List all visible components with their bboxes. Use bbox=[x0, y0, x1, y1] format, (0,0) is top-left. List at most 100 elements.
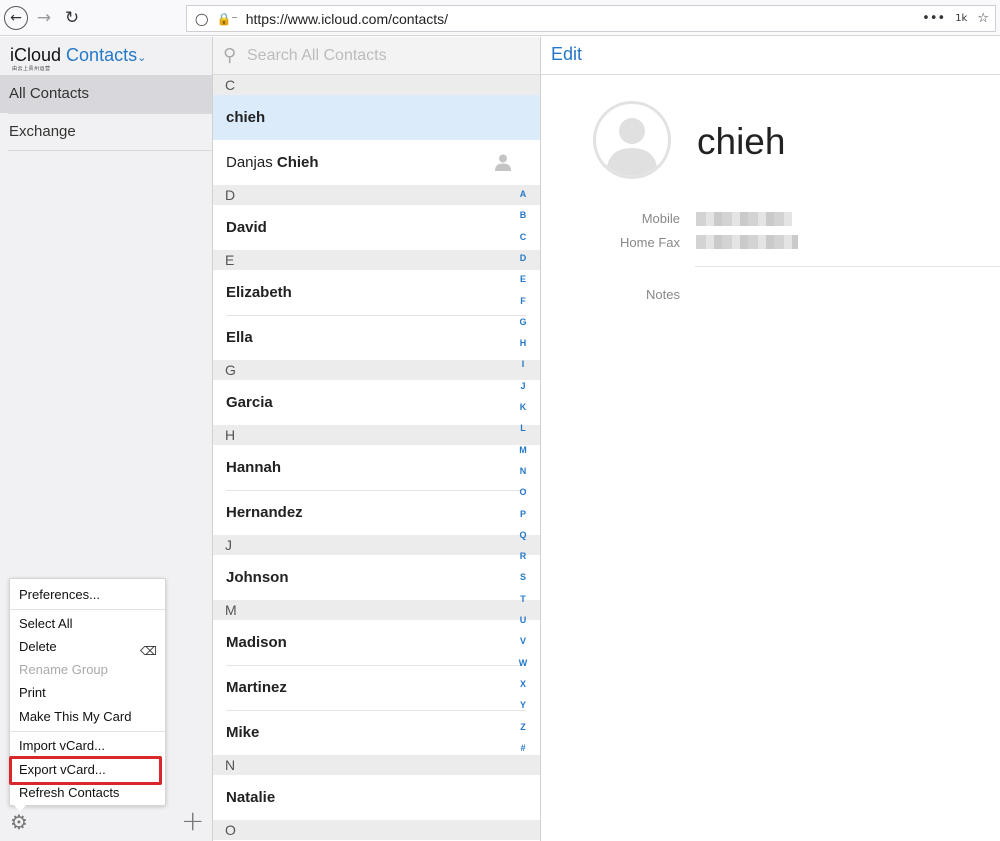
index-letter[interactable]: A bbox=[517, 189, 529, 199]
index-letter[interactable]: R bbox=[517, 551, 529, 561]
add-contact-button[interactable]: + bbox=[181, 807, 204, 835]
back-arrow-icon[interactable]: ← bbox=[4, 6, 28, 30]
section-header-o: O bbox=[213, 820, 540, 840]
index-letter[interactable]: L bbox=[517, 423, 529, 433]
index-letter[interactable]: C bbox=[517, 232, 529, 242]
index-letter[interactable]: J bbox=[517, 381, 529, 391]
group-exchange[interactable]: Exchange bbox=[0, 113, 212, 151]
index-letter[interactable]: H bbox=[517, 338, 529, 348]
app-subtitle: 由云上贵州运营 bbox=[12, 66, 51, 72]
index-letter[interactable]: # bbox=[517, 743, 529, 753]
contact-first-name: Danjas bbox=[226, 154, 273, 171]
menu-item-refresh-contacts[interactable]: Refresh Contacts bbox=[10, 782, 165, 804]
url-bar[interactable]: ◯ 🔒⁻ https://www.icloud.com/contacts/ ••… bbox=[186, 5, 996, 32]
more-icon[interactable]: ••• bbox=[922, 11, 945, 26]
index-letter[interactable]: F bbox=[517, 296, 529, 306]
search-icon: ⚲ bbox=[223, 45, 237, 66]
menu-item-preferences[interactable]: Preferences... bbox=[10, 584, 165, 606]
menu-divider bbox=[10, 731, 165, 732]
browser-toolbar: ← → ↻ ◯ 🔒⁻ https://www.icloud.com/contac… bbox=[0, 0, 1000, 36]
home-fax-label: Home Fax bbox=[620, 235, 680, 250]
contact-name: Martinez bbox=[226, 679, 287, 696]
index-letter[interactable]: Q bbox=[517, 530, 529, 540]
contact-last-name: Chieh bbox=[276, 154, 319, 171]
notes-label: Notes bbox=[646, 287, 680, 302]
contact-row-martinez[interactable]: Martinez bbox=[213, 665, 540, 710]
index-letter[interactable]: D bbox=[517, 253, 529, 263]
contact-row-hernandez[interactable]: Hernandez bbox=[213, 490, 540, 535]
menu-item-select-all[interactable]: Select All bbox=[10, 613, 165, 635]
index-letter[interactable]: W bbox=[517, 658, 529, 668]
export-highlight-box bbox=[9, 756, 162, 785]
menu-item-make-my-card[interactable]: Make This My Card bbox=[10, 706, 165, 728]
index-letter[interactable]: T bbox=[517, 594, 529, 604]
lock-icon[interactable]: 🔒⁻ bbox=[216, 12, 237, 26]
index-letter[interactable]: Y bbox=[517, 700, 529, 710]
search-input[interactable] bbox=[247, 44, 527, 68]
group-all-contacts[interactable]: All Contacts bbox=[0, 75, 212, 113]
index-letter[interactable]: U bbox=[517, 615, 529, 625]
contact-row-johnson[interactable]: Johnson bbox=[213, 555, 540, 600]
index-letter[interactable]: G bbox=[517, 317, 529, 327]
contact-name: Mike bbox=[226, 724, 260, 741]
index-letter[interactable]: P bbox=[517, 509, 529, 519]
index-letter[interactable]: X bbox=[517, 679, 529, 689]
index-letter[interactable]: V bbox=[517, 636, 529, 646]
menu-divider bbox=[10, 609, 165, 610]
edit-button[interactable]: Edit bbox=[551, 44, 582, 65]
menu-item-print[interactable]: Print bbox=[10, 682, 165, 704]
divider bbox=[8, 150, 212, 151]
index-letter[interactable]: I bbox=[517, 359, 529, 369]
app-title[interactable]: iCloud Contacts⌄ bbox=[10, 45, 146, 66]
forward-arrow-icon[interactable]: → bbox=[32, 6, 56, 30]
mobile-label: Mobile bbox=[641, 211, 680, 226]
contact-name: Garcia bbox=[226, 394, 273, 411]
contact-name: Madison bbox=[226, 634, 287, 651]
shield-icon[interactable]: ◯ bbox=[195, 12, 208, 26]
index-letter[interactable]: Z bbox=[517, 722, 529, 732]
contact-row-david[interactable]: David bbox=[213, 205, 540, 250]
contact-row-elizabeth[interactable]: Elizabeth bbox=[213, 270, 540, 315]
contact-list-pane: ⚲ C chieh Danjas Chieh D David E Elizabe… bbox=[213, 37, 541, 841]
section-header-g: G bbox=[213, 360, 540, 380]
search-bar: ⚲ bbox=[213, 37, 540, 75]
index-letter[interactable]: O bbox=[517, 487, 529, 497]
index-letter[interactable]: N bbox=[517, 466, 529, 476]
index-letter[interactable]: B bbox=[517, 210, 529, 220]
section-header-m: M bbox=[213, 600, 540, 620]
index-letter[interactable]: E bbox=[517, 274, 529, 284]
divider bbox=[541, 74, 1000, 75]
index-letter[interactable]: S bbox=[517, 572, 529, 582]
contact-row-danjas-chieh[interactable]: Danjas Chieh bbox=[213, 140, 540, 185]
contact-name: Johnson bbox=[226, 569, 289, 586]
contact-name: chieh bbox=[226, 109, 266, 126]
menu-item-import-vcard[interactable]: Import vCard... bbox=[10, 735, 165, 757]
section-header-e: E bbox=[213, 250, 540, 270]
contact-row-madison[interactable]: Madison bbox=[213, 620, 540, 665]
gear-icon[interactable]: ⚙ bbox=[8, 811, 30, 833]
index-letter[interactable]: M bbox=[517, 445, 529, 455]
contact-name: Hernandez bbox=[226, 504, 303, 521]
sidebar-bottom-bar: ⚙ + bbox=[0, 803, 212, 841]
contact-row-mike[interactable]: Mike bbox=[213, 710, 540, 755]
menu-item-delete[interactable]: Delete ⌫ bbox=[10, 636, 165, 658]
menu-item-rename-group: Rename Group bbox=[19, 662, 108, 677]
contact-row-hannah[interactable]: Hannah bbox=[213, 445, 540, 490]
brand-label: iCloud bbox=[10, 45, 62, 65]
contact-row-natalie[interactable]: Natalie bbox=[213, 775, 540, 820]
contact-name: Hannah bbox=[226, 459, 282, 476]
url-text[interactable]: https://www.icloud.com/contacts/ bbox=[246, 11, 448, 27]
reload-icon[interactable]: ↻ bbox=[60, 6, 84, 30]
contact-row-ella[interactable]: Ella bbox=[213, 315, 540, 360]
extension-badge[interactable]: 1k bbox=[955, 13, 967, 24]
contact-name: David bbox=[226, 219, 267, 236]
contact-detail-name: chieh bbox=[697, 121, 786, 162]
section-header-d: D bbox=[213, 185, 540, 205]
app-name: Contacts bbox=[66, 45, 138, 65]
index-letter[interactable]: K bbox=[517, 402, 529, 412]
contact-row-chieh[interactable]: chieh bbox=[213, 95, 540, 140]
contact-row-garcia[interactable]: Garcia bbox=[213, 380, 540, 425]
chevron-down-icon[interactable]: ⌄ bbox=[137, 51, 146, 64]
divider bbox=[695, 266, 1000, 267]
bookmark-star-icon[interactable]: ☆ bbox=[977, 11, 989, 26]
